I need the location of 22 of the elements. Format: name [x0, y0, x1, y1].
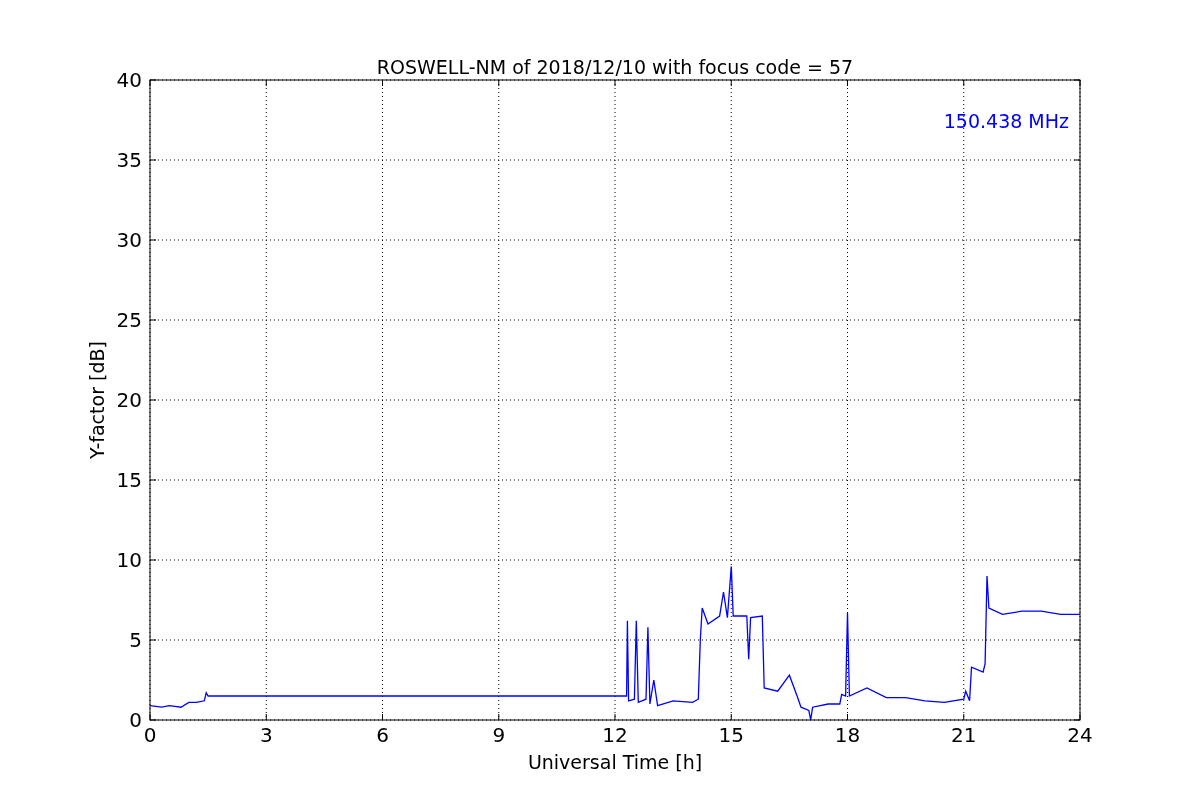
x-tick-label: 0 — [143, 723, 157, 747]
y-tick-label: 35 — [116, 148, 142, 172]
frequency-annotation: 150.438 MHz — [943, 110, 1069, 132]
y-tick-label: 30 — [116, 228, 142, 252]
y-tick-label: 20 — [116, 388, 142, 412]
y-tick-label: 25 — [116, 308, 142, 332]
y-tick-label: 0 — [129, 708, 142, 732]
y-tick-label: 40 — [116, 68, 142, 92]
x-tick-label: 15 — [718, 723, 744, 747]
chart-title: ROSWELL-NM of 2018/12/10 with focus code = 57 — [376, 56, 854, 78]
x-tick-label: 9 — [492, 723, 506, 747]
x-tick-label: 12 — [602, 723, 628, 747]
y-axis-label: Y-factor [dB] — [86, 341, 108, 459]
x-tick-label: 3 — [259, 723, 273, 747]
y-tick-label: 15 — [116, 468, 142, 492]
x-tick-label: 24 — [1067, 723, 1093, 747]
x-axis-label: Universal Time [h] — [527, 751, 703, 773]
x-tick-label: 21 — [951, 723, 977, 747]
x-tick-label: 6 — [376, 723, 389, 747]
y-tick-label: 5 — [129, 628, 142, 652]
x-tick-label: 18 — [834, 723, 861, 747]
y-tick-label: 10 — [116, 548, 142, 572]
